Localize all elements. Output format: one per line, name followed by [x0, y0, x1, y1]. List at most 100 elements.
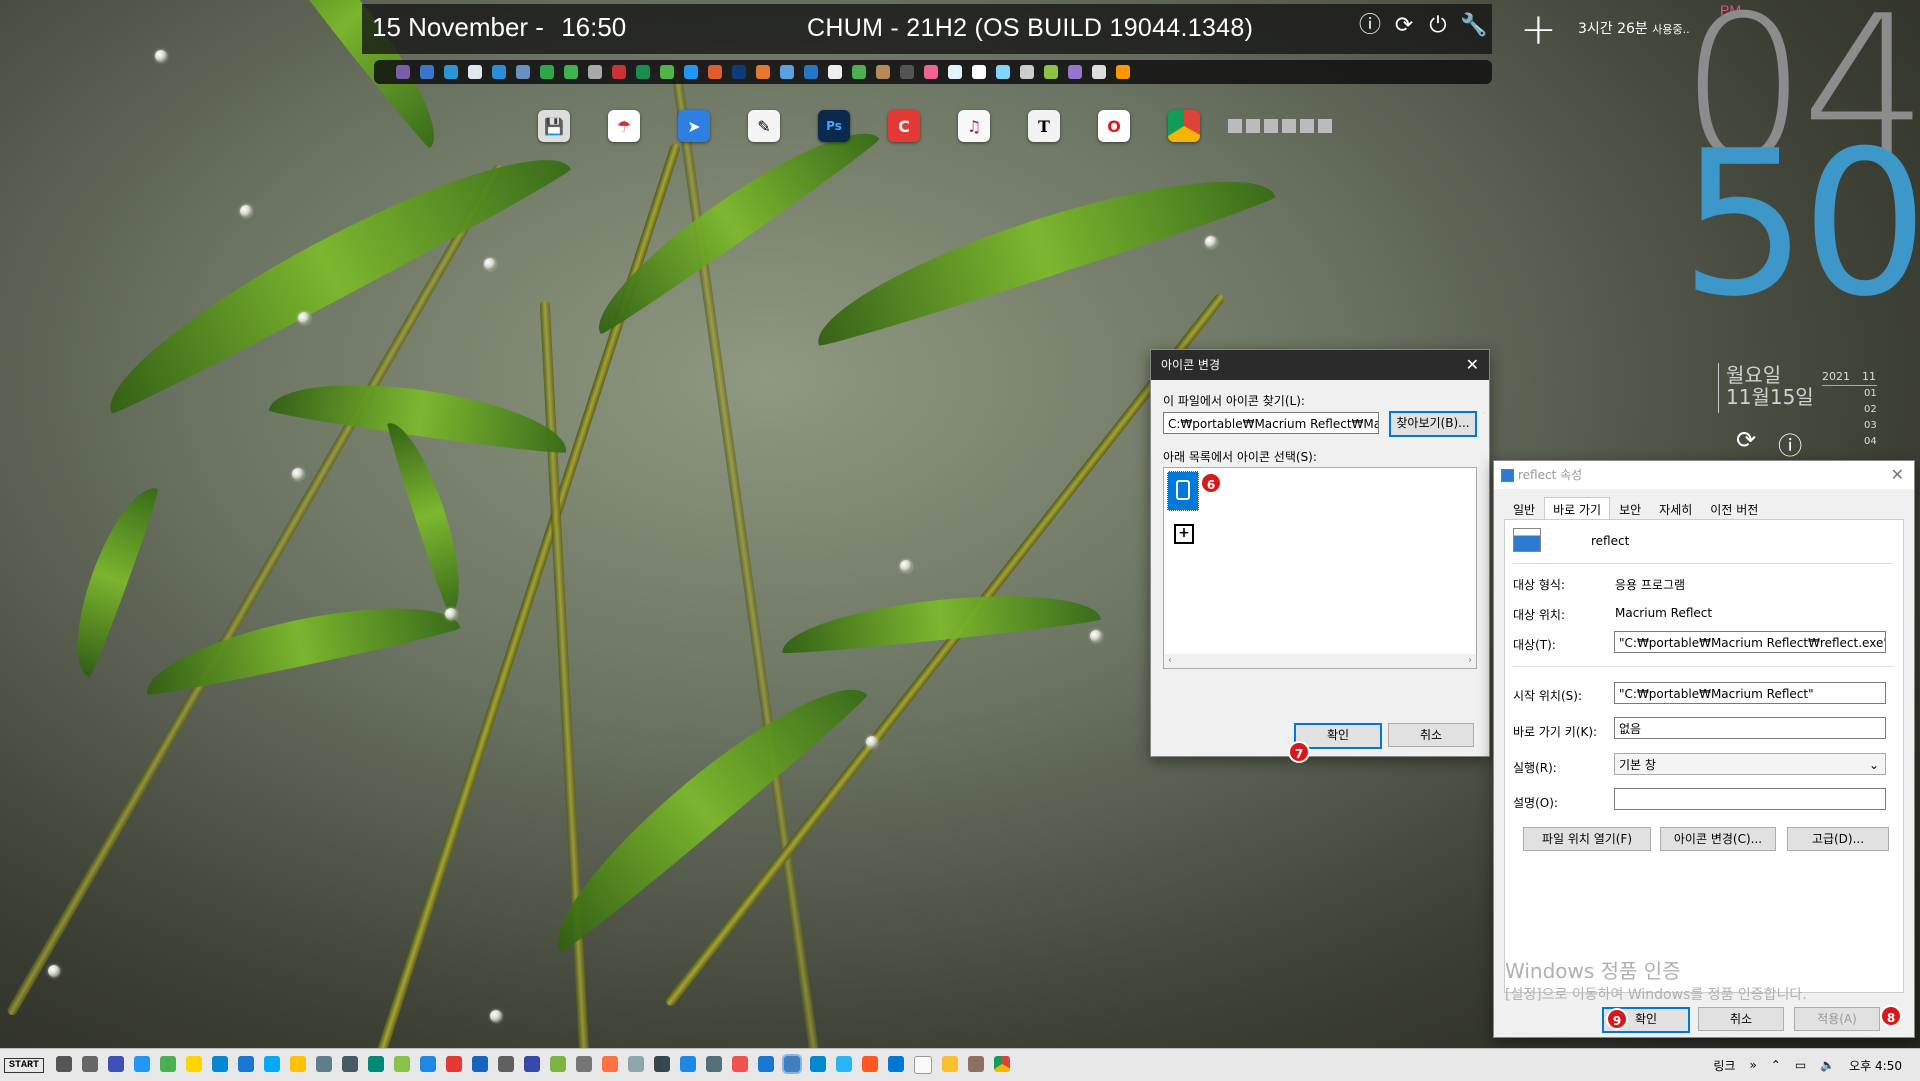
app-icon[interactable] — [732, 65, 746, 79]
chrome-icon[interactable] — [994, 1056, 1011, 1072]
links-toolbar[interactable]: 링크 — [1713, 1057, 1735, 1074]
app-icon[interactable] — [876, 65, 890, 79]
feather-app-icon[interactable]: ✎ — [748, 110, 780, 142]
start-in-field[interactable]: "C:₩portable₩Macrium Reflect" — [1614, 682, 1886, 704]
app-icon[interactable] — [706, 1056, 723, 1072]
app-icon[interactable] — [804, 65, 818, 79]
network-icon[interactable]: ▭ — [1795, 1058, 1806, 1072]
icon-path-field[interactable]: C:₩portable₩Macrium Reflect₩Macriu — [1163, 412, 1379, 434]
app-icon[interactable] — [732, 1056, 749, 1072]
app-icon[interactable] — [472, 1056, 489, 1072]
app-icon[interactable] — [914, 1056, 933, 1074]
app-icon[interactable] — [756, 65, 770, 79]
app-icon[interactable] — [680, 1056, 697, 1072]
app-icon[interactable] — [264, 1056, 281, 1072]
start-button[interactable]: START — [4, 1057, 45, 1073]
app-icon[interactable] — [516, 65, 530, 79]
app-icon[interactable] — [498, 1056, 515, 1072]
ccleaner-app-icon[interactable]: C — [888, 110, 920, 142]
compass-app-icon[interactable]: ➤ — [678, 110, 710, 142]
cancel-button[interactable]: 취소 — [1698, 1007, 1784, 1031]
app-icon[interactable] — [636, 65, 650, 79]
volume-icon[interactable]: 🔈 — [1820, 1058, 1835, 1072]
floppy-app-icon[interactable]: 💾 — [538, 110, 570, 142]
app-icon[interactable] — [780, 65, 794, 79]
app-icon[interactable] — [924, 65, 938, 79]
app-icon[interactable] — [420, 65, 434, 79]
typora-app-icon[interactable]: T — [1028, 110, 1060, 142]
chevron-up-icon[interactable]: ⌃ — [1771, 1058, 1781, 1072]
open-file-location-button[interactable]: 파일 위치 열기(F) — [1523, 827, 1651, 851]
app-icon[interactable] — [420, 1056, 437, 1072]
icon-option[interactable]: + — [1174, 524, 1194, 544]
chevron-right-icon[interactable]: » — [1749, 1058, 1756, 1072]
app-icon[interactable] — [368, 1056, 385, 1072]
app-icon[interactable] — [550, 1056, 567, 1072]
app-icon[interactable] — [1044, 65, 1058, 79]
app-icon[interactable] — [444, 65, 458, 79]
comment-field[interactable] — [1614, 788, 1886, 810]
change-icon-button[interactable]: 아이콘 변경(C)... — [1660, 827, 1776, 851]
app-icon[interactable] — [810, 1056, 827, 1072]
target-field[interactable]: "C:₩portable₩Macrium Reflect₩reflect.exe… — [1614, 631, 1886, 653]
app-icon[interactable] — [1116, 65, 1130, 79]
wrench-icon[interactable]: 🔧 — [1460, 14, 1487, 38]
app-icon[interactable] — [660, 65, 674, 79]
app-icon[interactable] — [396, 65, 410, 79]
info-icon[interactable]: ⓘ — [1358, 14, 1382, 38]
app-icon[interactable] — [900, 65, 914, 79]
opera-app-icon[interactable]: O — [1098, 110, 1130, 142]
music-app-icon[interactable]: ♫ — [958, 110, 990, 142]
icon-list[interactable]: + ‹ › — [1163, 467, 1477, 669]
advanced-button[interactable]: 고급(D)... — [1787, 827, 1889, 851]
app-icon[interactable] — [684, 65, 698, 79]
app-icon[interactable] — [160, 1056, 177, 1072]
app-icon[interactable] — [134, 1056, 151, 1072]
app-icon[interactable] — [316, 1056, 333, 1072]
photoshop-app-icon[interactable]: Ps — [818, 110, 850, 142]
app-icon[interactable] — [828, 65, 842, 79]
app-icon[interactable] — [972, 65, 986, 79]
close-icon[interactable]: ✕ — [1891, 461, 1904, 489]
app-icon[interactable] — [708, 65, 722, 79]
app-icon[interactable] — [862, 1056, 879, 1072]
app-icon[interactable] — [612, 65, 626, 79]
app-icon[interactable] — [968, 1056, 985, 1072]
app-icon[interactable] — [628, 1056, 645, 1072]
apply-button[interactable]: 적용(A) — [1794, 1007, 1880, 1031]
app-icon[interactable] — [758, 1056, 775, 1072]
close-icon[interactable]: ✕ — [1466, 350, 1479, 380]
app-icon[interactable] — [186, 1056, 203, 1072]
run-select[interactable]: 기본 창 ⌄ — [1614, 753, 1886, 775]
task-view-icon[interactable] — [56, 1056, 73, 1072]
app-icon[interactable] — [588, 65, 602, 79]
app-icon[interactable] — [888, 1056, 905, 1072]
app-icon[interactable] — [576, 1056, 593, 1072]
refresh-icon[interactable]: ⟳ — [1736, 426, 1756, 461]
app-icon[interactable] — [996, 65, 1010, 79]
app-icon[interactable] — [836, 1056, 853, 1072]
app-icon[interactable] — [492, 65, 506, 79]
search-icon[interactable] — [238, 1056, 255, 1072]
hotkey-field[interactable]: 없음 — [1614, 717, 1886, 739]
app-icon[interactable] — [1092, 65, 1106, 79]
refresh-icon[interactable]: ⟳ — [1392, 14, 1416, 38]
settings-icon[interactable] — [82, 1056, 99, 1072]
scroll-left-icon[interactable]: ‹ — [1168, 654, 1172, 668]
plus-icon[interactable]: + — [1520, 8, 1560, 52]
app-icon[interactable] — [1068, 65, 1082, 79]
icon-option-selected[interactable] — [1167, 471, 1199, 511]
scroll-right-icon[interactable]: › — [1468, 654, 1472, 668]
app-icon[interactable] — [524, 1056, 541, 1072]
app-icon[interactable] — [942, 1056, 959, 1072]
app-icon[interactable] — [602, 1056, 619, 1072]
app-icon[interactable] — [290, 1056, 307, 1072]
horizontal-scrollbar[interactable]: ‹ › — [1164, 654, 1476, 668]
app-icon[interactable] — [852, 65, 866, 79]
app-icon[interactable] — [782, 1054, 803, 1074]
app-icon[interactable] — [948, 65, 962, 79]
umbrella-app-icon[interactable]: ☂ — [608, 110, 640, 142]
app-icon[interactable] — [394, 1056, 411, 1072]
app-icon[interactable] — [212, 1056, 229, 1072]
app-icon[interactable] — [468, 65, 482, 79]
